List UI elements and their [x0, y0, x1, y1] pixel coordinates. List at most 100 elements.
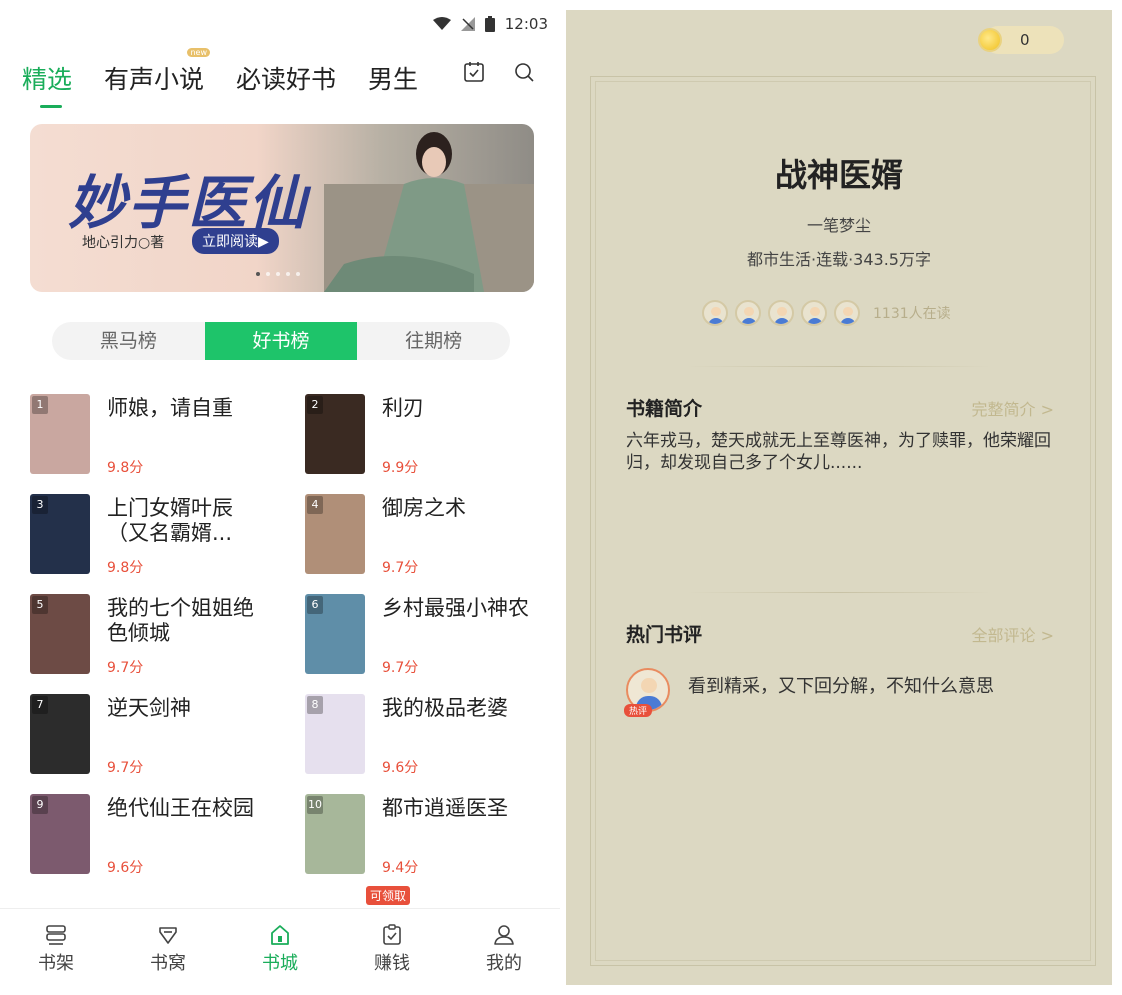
coin-icon: [978, 28, 1002, 52]
user-icon: [494, 925, 514, 945]
top-nav-actions: [462, 60, 536, 84]
all-reviews-link[interactable]: 全部评论 >: [972, 622, 1055, 646]
list-item[interactable]: 6 乡村最强小神农 9.7分: [305, 594, 555, 684]
search-icon[interactable]: [512, 60, 536, 84]
book-cover: 4: [305, 494, 365, 574]
avatar: [834, 300, 860, 326]
book-cover: 10: [305, 794, 365, 874]
list-item[interactable]: 4 御房之术 9.7分: [305, 494, 555, 584]
nav-bookshelf-label: 书架: [38, 953, 74, 974]
banner-title: 妙手医仙: [68, 169, 309, 237]
nav-book-nest[interactable]: 书窝: [112, 909, 224, 995]
rank-number: 10: [307, 796, 323, 814]
nav-bookshelf[interactable]: 书架: [0, 909, 112, 995]
hot-review-badge: 热评: [624, 704, 653, 717]
carousel-dot: [276, 272, 280, 276]
book-title: 绝代仙王在校园: [107, 796, 254, 820]
book-title: 上门女婿叶辰（又名霸婿...: [107, 496, 233, 545]
intro-heading: 书籍简介: [626, 398, 703, 420]
book-score: 9.7分: [382, 560, 419, 576]
ranking-tabs: 黑马榜 好书榜 往期榜: [52, 322, 510, 360]
book-title: 乡村最强小神农: [382, 596, 529, 620]
list-item[interactable]: 3 上门女婿叶辰（又名霸婿... 9.8分: [30, 494, 280, 584]
no-signal-icon: [460, 17, 475, 31]
book-score: 9.8分: [107, 560, 144, 576]
rank-number: 6: [307, 596, 323, 614]
nav-profile-label: 我的: [486, 953, 522, 974]
home-icon: [271, 925, 289, 945]
detail-book-title: 战神医婿: [774, 156, 903, 194]
book-score: 9.7分: [382, 660, 419, 676]
rank-number: 7: [32, 696, 48, 714]
list-item[interactable]: 1 师娘，请自重 9.8分: [30, 394, 280, 484]
avatar: [735, 300, 761, 326]
status-time: 12:03: [504, 15, 548, 33]
divider: [686, 366, 992, 367]
list-item[interactable]: 10 都市逍遥医圣 9.4分: [305, 794, 555, 884]
readers-row: 1131人在读: [702, 300, 951, 326]
book-cover: 6: [305, 594, 365, 674]
banner-author: 地心引力○著: [82, 235, 165, 251]
book-cover: 7: [30, 694, 90, 774]
nav-earn[interactable]: 赚钱: [336, 909, 448, 995]
nav-earn-label: 赚钱: [374, 953, 410, 974]
tab-male[interactable]: 男生: [368, 60, 418, 96]
tab-good-books-list[interactable]: 好书榜: [204, 322, 358, 360]
shield-heart-icon: [159, 927, 177, 944]
tab-audio-novels[interactable]: 有声小说 new: [104, 48, 211, 96]
book-title: 利刃: [382, 396, 424, 420]
carousel-indicator: [256, 272, 300, 276]
full-intro-link[interactable]: 完整简介 >: [972, 396, 1055, 420]
checkin-icon[interactable]: [462, 60, 486, 84]
rank-number: 3: [32, 496, 48, 514]
coin-counter[interactable]: 0: [978, 26, 1064, 54]
new-badge: new: [187, 48, 211, 57]
status-bar: 12:03: [432, 12, 548, 36]
book-title: 我的七个姐姐绝色倾城: [107, 596, 254, 645]
rank-number: 9: [32, 796, 48, 814]
book-score: 9.8分: [107, 460, 144, 476]
book-cover: 3: [30, 494, 90, 574]
list-item[interactable]: 9 绝代仙王在校园 9.6分: [30, 794, 280, 884]
review-text: 看到精采，又下回分解，不知什么意思: [688, 676, 994, 697]
tab-past-lists[interactable]: 往期榜: [357, 322, 510, 360]
list-item[interactable]: 5 我的七个姐姐绝色倾城 9.7分: [30, 594, 280, 684]
carousel-dot: [266, 272, 270, 276]
wifi-icon: [432, 17, 451, 30]
tab-must-read[interactable]: 必读好书: [236, 60, 336, 96]
read-now-button[interactable]: 立即阅读▶: [192, 228, 279, 254]
book-cover: 8: [305, 694, 365, 774]
book-score: 9.7分: [107, 660, 144, 676]
rank-number: 5: [32, 596, 48, 614]
nav-bookstore-label: 书城: [262, 953, 298, 974]
tab-dark-horse-list[interactable]: 黑马榜: [52, 322, 205, 360]
nav-bookstore[interactable]: 书城: [224, 909, 336, 995]
list-item[interactable]: 2 利刃 9.9分: [305, 394, 555, 484]
book-score: 9.7分: [107, 760, 144, 776]
clipboard-check-icon: [383, 924, 401, 945]
nav-book-nest-label: 书窝: [150, 953, 186, 974]
readers-count: 1131人在读: [873, 306, 951, 322]
tab-featured[interactable]: 精选: [22, 60, 72, 108]
carousel-dot: [286, 272, 290, 276]
book-title: 我的极品老婆: [382, 696, 508, 720]
detail-meta: 都市生活·连载·343.5万字: [747, 250, 931, 269]
nav-profile[interactable]: 我的: [448, 909, 560, 995]
book-detail-card: 0 战神医婿 一笔梦尘 都市生活·连载·343.5万字 1131人在读 书籍简介…: [566, 10, 1112, 985]
book-title: 逆天剑神: [107, 696, 191, 720]
claim-reward-badge[interactable]: 可领取: [366, 886, 411, 905]
rank-number: 4: [307, 496, 323, 514]
book-cover: 1: [30, 394, 90, 474]
list-item[interactable]: 7 逆天剑神 9.7分: [30, 694, 280, 784]
rank-number: 2: [307, 396, 323, 414]
banner-illustration: [324, 132, 534, 292]
rank-number: 8: [307, 696, 323, 714]
list-item[interactable]: 8 我的极品老婆 9.6分: [305, 694, 555, 784]
book-title: 御房之术: [382, 496, 466, 520]
review-item[interactable]: 热评 看到精采，又下回分解，不知什么意思: [624, 668, 1066, 728]
book-title: 都市逍遥医圣: [382, 796, 508, 820]
book-score: 9.9分: [382, 460, 419, 476]
detail-author: 一笔梦尘: [806, 216, 871, 235]
featured-banner[interactable]: 妙手医仙 地心引力○著 立即阅读▶: [30, 124, 534, 292]
reviews-heading: 热门书评: [626, 624, 703, 646]
